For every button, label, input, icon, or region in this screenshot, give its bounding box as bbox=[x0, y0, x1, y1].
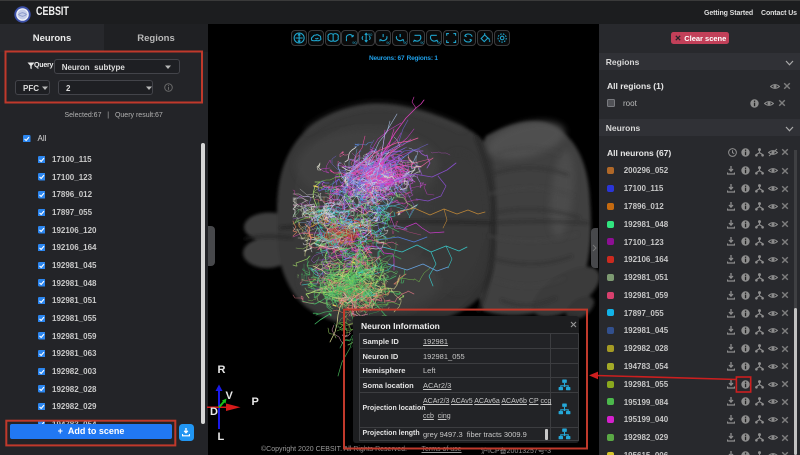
svg-text:90: 90 bbox=[386, 40, 390, 45]
svg-text:D: D bbox=[210, 406, 218, 418]
svg-text:90: 90 bbox=[437, 40, 441, 45]
svg-text:90: 90 bbox=[353, 40, 357, 45]
svg-text:L: L bbox=[218, 431, 225, 443]
svg-text:P: P bbox=[252, 396, 259, 408]
svg-text:90: 90 bbox=[368, 32, 373, 37]
svg-text:V: V bbox=[226, 390, 234, 402]
svg-text:90: 90 bbox=[403, 40, 407, 45]
svg-text:R: R bbox=[218, 364, 226, 376]
svg-text:90: 90 bbox=[420, 40, 424, 45]
